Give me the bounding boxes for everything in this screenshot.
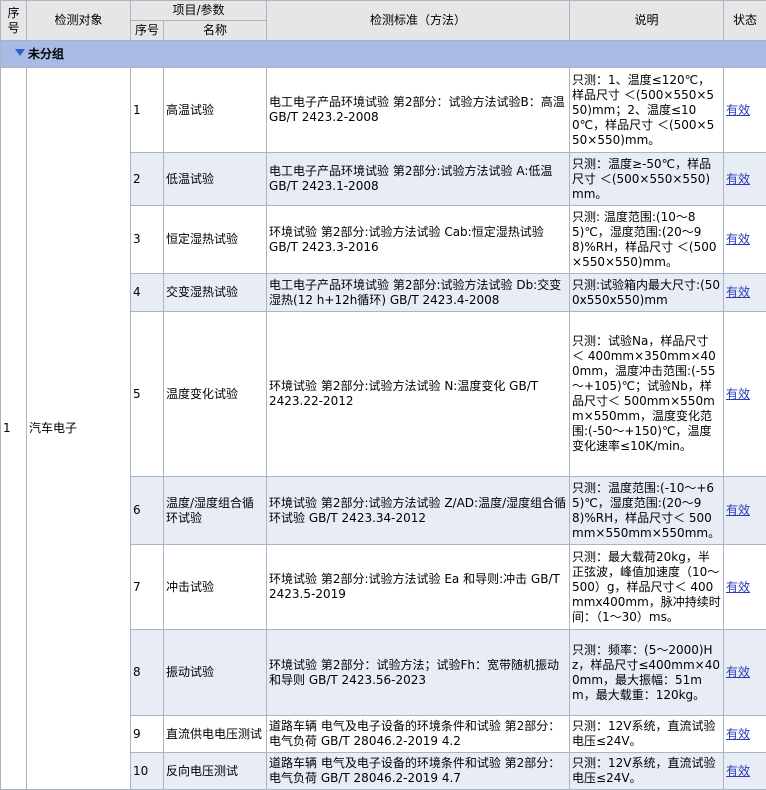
item-no: 6 (131, 477, 164, 545)
main-seq: 1 (1, 68, 27, 790)
item-name: 温度/湿度组合循环试验 (164, 477, 267, 545)
item-no: 9 (131, 716, 164, 753)
item-name: 振动试验 (164, 630, 267, 716)
item-standard: 电工电子产品环境试验 第2部分:试验方法试验 A:低温 GB/T 2423.1-… (267, 153, 570, 206)
header-object: 检测对象 (27, 1, 131, 41)
item-no: 3 (131, 206, 164, 274)
main-object: 汽车电子 (27, 68, 131, 790)
item-note: 只测：12V系统，直流试验电压≤24V。 (570, 716, 724, 753)
status-link[interactable]: 有效 (726, 387, 750, 401)
item-note: 只测：最大载荷20kg，半正弦波，峰值加速度（10～500）g，样品尺寸＜ 40… (570, 545, 724, 630)
header-standard: 检测标准（方法） (267, 1, 570, 41)
header-item-param: 项目/参数 (131, 1, 267, 21)
table-row: 1汽车电子1高温试验电工电子产品环境试验 第2部分：试验方法试验B：高温 GB/… (1, 68, 766, 153)
header-sub-seq: 序号 (131, 21, 164, 41)
item-standard: 环境试验 第2部分:试验方法试验 Ea 和导则:冲击 GB/T 2423.5-2… (267, 545, 570, 630)
header-status: 状态 (724, 1, 766, 41)
test-items-table: 序号 检测对象 项目/参数 检测标准（方法） 说明 状态 序号 名称 未分组 1… (0, 0, 766, 790)
item-note: 只测：温度范围:(-10～+65)℃，湿度范围:(20～98)%RH，样品尺寸＜… (570, 477, 724, 545)
group-row[interactable]: 未分组 (1, 41, 766, 68)
status-link[interactable]: 有效 (726, 580, 750, 594)
item-no: 5 (131, 312, 164, 477)
item-no: 10 (131, 753, 164, 790)
status-link[interactable]: 有效 (726, 764, 750, 778)
item-note: 只测：12V系统，直流试验电压≤24V。 (570, 753, 724, 790)
item-no: 1 (131, 68, 164, 153)
item-no: 7 (131, 545, 164, 630)
item-name: 冲击试验 (164, 545, 267, 630)
item-standard: 电工电子产品环境试验 第2部分：试验方法试验B：高温 GB/T 2423.2-2… (267, 68, 570, 153)
item-no: 8 (131, 630, 164, 716)
status-link[interactable]: 有效 (726, 232, 750, 246)
item-standard: 环境试验 第2部分:试验方法试验 Cab:恒定湿热试验 GB/T 2423.3-… (267, 206, 570, 274)
group-label: 未分组 (28, 47, 64, 61)
header-seq: 序号 (1, 1, 27, 41)
status-link[interactable]: 有效 (726, 727, 750, 741)
item-standard: 环境试验 第2部分:试验方法试验 N:温度变化 GB/T 2423.22-201… (267, 312, 570, 477)
status-link[interactable]: 有效 (726, 285, 750, 299)
item-no: 2 (131, 153, 164, 206)
item-note: 只测：1、温度≤120℃，样品尺寸 ＜(500×550×550)mm；2、温度≤… (570, 68, 724, 153)
status-link[interactable]: 有效 (726, 172, 750, 186)
collapse-triangle-icon[interactable] (15, 49, 25, 56)
status-link[interactable]: 有效 (726, 503, 750, 517)
item-name: 低温试验 (164, 153, 267, 206)
item-name: 直流供电电压测试 (164, 716, 267, 753)
item-no: 4 (131, 274, 164, 312)
status-link[interactable]: 有效 (726, 665, 750, 679)
header-note: 说明 (570, 1, 724, 41)
item-note: 只测：温度≥-50℃，样品尺寸 ＜(500×550×550)mm。 (570, 153, 724, 206)
item-name: 高温试验 (164, 68, 267, 153)
item-name: 恒定湿热试验 (164, 206, 267, 274)
item-name: 交变湿热试验 (164, 274, 267, 312)
item-name: 反向电压测试 (164, 753, 267, 790)
item-standard: 道路车辆 电气及电子设备的环境条件和试验 第2部分：电气负荷 GB/T 2804… (267, 716, 570, 753)
status-link[interactable]: 有效 (726, 103, 750, 117)
item-standard: 电工电子产品环境试验 第2部分:试验方法试验 Db:交变湿热(12 h+12h循… (267, 274, 570, 312)
item-standard: 环境试验 第2部分:试验方法试验 Z/AD:温度/湿度组合循环试验 GB/T 2… (267, 477, 570, 545)
header-sub-name: 名称 (164, 21, 267, 41)
item-standard: 环境试验 第2部分：试验方法；试验Fh：宽带随机振动和导则 GB/T 2423.… (267, 630, 570, 716)
item-note: 只测:试验箱内最大尺寸:(500x550x550)mm (570, 274, 724, 312)
item-note: 只测：试验Na，样品尺寸 ＜ 400mm×350mm×400mm，温度冲击范围:… (570, 312, 724, 477)
item-name: 温度变化试验 (164, 312, 267, 477)
item-standard: 道路车辆 电气及电子设备的环境条件和试验 第2部分：电气负荷 GB/T 2804… (267, 753, 570, 790)
item-note: 只测：频率：(5～2000)Hz，样品尺寸≤400mm×400mm，最大振幅：5… (570, 630, 724, 716)
item-note: 只测: 温度范围:(10～85)℃，湿度范围:(20～98)%RH，样品尺寸 ＜… (570, 206, 724, 274)
